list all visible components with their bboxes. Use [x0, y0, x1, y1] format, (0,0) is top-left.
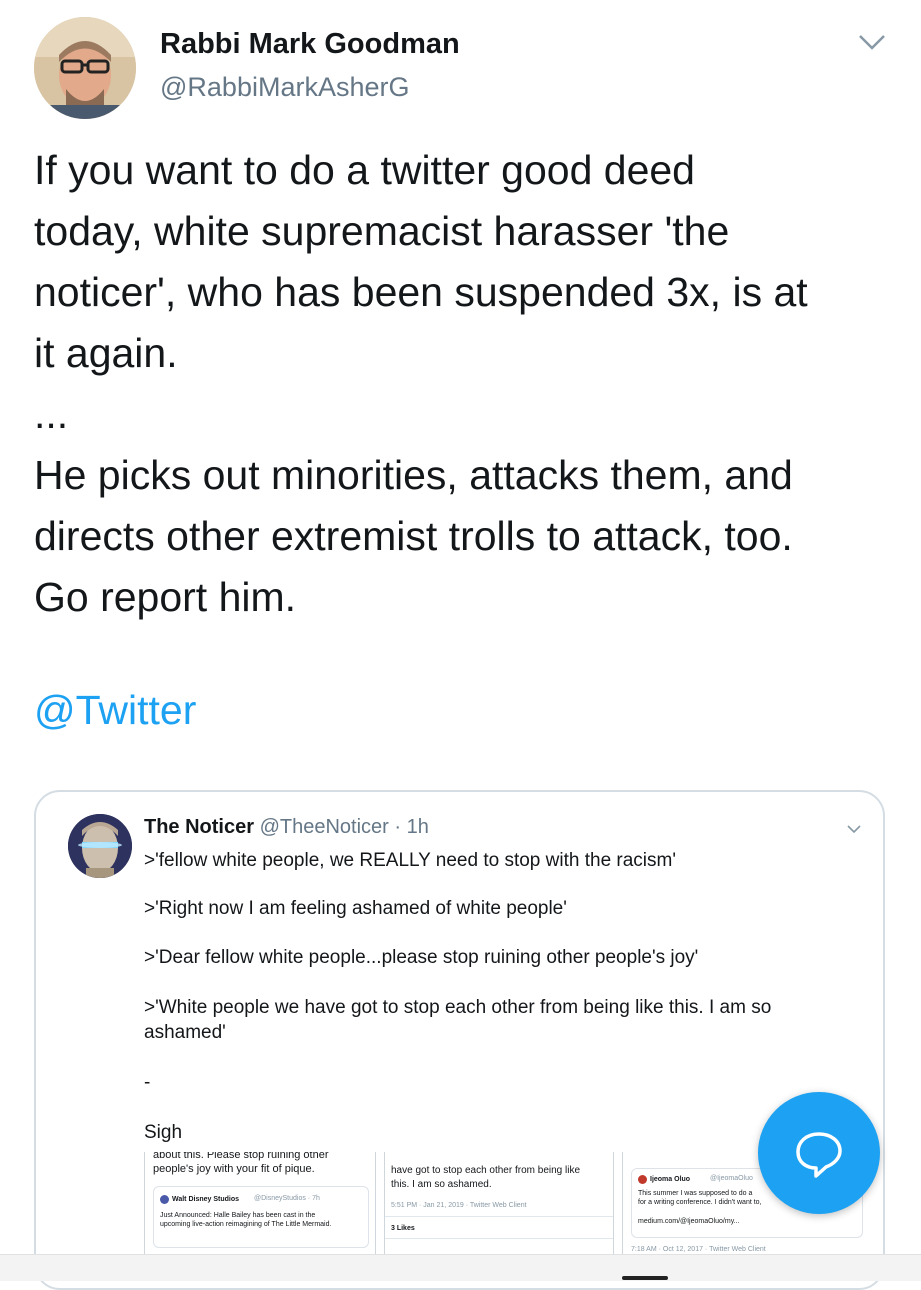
quoted-header: The Noticer @TheeNoticer · 1h	[144, 816, 429, 839]
quoted-line: Sigh	[144, 1122, 183, 1143]
screenshot-text: have got to stop each other from being l…	[391, 1165, 581, 1176]
quoted-line: ashamed'	[144, 1022, 226, 1043]
quoted-media[interactable]: about this. Please stop ruining other pe…	[144, 1152, 864, 1262]
avatar	[638, 1175, 647, 1184]
quoted-line: >'Right now I am feeling ashamed of whit…	[144, 898, 567, 919]
media-screenshot-middle[interactable]: have got to stop each other from being l…	[384, 1152, 614, 1262]
bottom-bar	[0, 1254, 921, 1281]
quoted-timestamp: · 1h	[394, 816, 429, 838]
divider	[385, 1216, 613, 1217]
screenshot-handle: @DisneyStudios · 7h	[254, 1195, 320, 1202]
chevron-down-icon[interactable]	[856, 30, 888, 54]
chevron-down-icon[interactable]	[846, 822, 862, 834]
screenshot-name: Walt Disney Studios	[172, 1196, 240, 1203]
screenshot-text: upcoming live-action reimagining of The …	[160, 1221, 332, 1228]
avatar	[160, 1195, 169, 1204]
screenshot-link: medium.com/@IjeomaOluo/my...	[638, 1218, 740, 1225]
screenshot-name: Ijeoma Oluo	[650, 1176, 691, 1183]
author-name[interactable]: Rabbi Mark Goodman	[160, 28, 460, 61]
screenshot-text: for a writing conference. I didn't want …	[638, 1199, 762, 1206]
quoted-line: >'fellow white people, we REALLY need to…	[144, 850, 676, 871]
quoted-tweet-card[interactable]: The Noticer @TheeNoticer · 1h >'fellow w…	[34, 790, 885, 1290]
compose-reply-icon	[796, 1132, 842, 1178]
quoted-line: >'White people we have got to stop each …	[144, 997, 772, 1018]
author-avatar[interactable]	[34, 17, 136, 119]
compose-button[interactable]	[758, 1092, 880, 1214]
screenshot-text: This summer I was supposed to do a	[638, 1190, 753, 1197]
quoted-line: -	[144, 1072, 151, 1093]
tweet-text: If you want to do a twitter good deed to…	[34, 147, 808, 620]
screenshot-text: people's joy with your fit of pique.	[153, 1163, 315, 1175]
quoted-author-name[interactable]: The Noticer	[144, 816, 254, 838]
author-avatar-image	[34, 17, 136, 119]
home-indicator	[622, 1276, 668, 1280]
quoted-line: >'Dear fellow white people...please stop…	[144, 947, 699, 968]
screenshot-text: this. I am so ashamed.	[391, 1179, 492, 1190]
mention-link[interactable]: @Twitter	[34, 680, 196, 741]
screenshot-text: Just Announced: Halle Bailey has been ca…	[160, 1212, 316, 1219]
screenshot-text: about this. Please stop ruining other	[153, 1152, 329, 1161]
screenshot-handle: @IjeomaOluo	[710, 1175, 753, 1182]
quoted-avatar	[68, 814, 132, 878]
embedded-quote: Walt Disney Studios @DisneyStudios · 7h …	[153, 1186, 369, 1248]
author-handle[interactable]: @RabbiMarkAsherG	[160, 72, 410, 103]
divider	[385, 1238, 613, 1239]
screenshot-likes: 3 Likes	[391, 1225, 415, 1232]
screenshot-meta: 5:51 PM · Jan 21, 2019 · Twitter Web Cli…	[391, 1202, 527, 1209]
screenshot-meta: 7:18 AM · Oct 12, 2017 · Twitter Web Cli…	[631, 1246, 766, 1253]
media-screenshot-left[interactable]: about this. Please stop ruining other pe…	[144, 1152, 376, 1262]
quoted-author-handle[interactable]: @TheeNoticer	[260, 816, 389, 838]
